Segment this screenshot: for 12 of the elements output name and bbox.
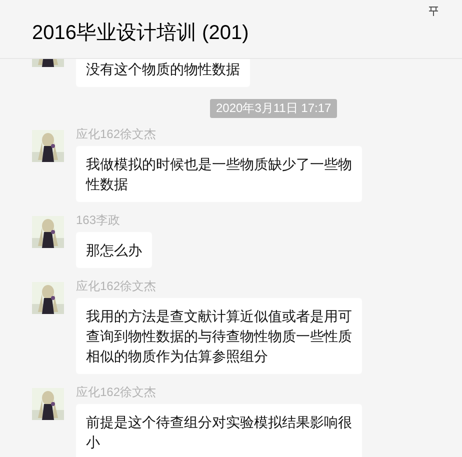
sender-name: 163李政 [76,212,120,228]
timestamp: 2020年3月11日 17:17 [210,99,338,118]
chat-title: 2016毕业设计培训 (201) [32,21,249,46]
message-bubble: 我用的方法是查文献计算近似值或者是用可查询到物性数据的与待查物性物质一些性质相似的物质作为估算参照组分 [76,298,362,374]
sender-name: 应化162徐文杰 [76,126,156,142]
message-bubble: 前提是这个待查组分对实验模拟结果影响很小 [76,404,362,457]
pin-icon[interactable] [428,6,439,17]
message-bubble: 那怎么办 [76,232,152,268]
sender-name: 应化162徐文杰 [76,278,156,294]
sender-name: 应化162徐文杰 [76,384,156,400]
message-bubble: 我做模拟的时候也是一些物质缺少了一些物性数据 [76,146,362,202]
message-bubble: 没有这个物质的物性数据 [76,59,250,87]
